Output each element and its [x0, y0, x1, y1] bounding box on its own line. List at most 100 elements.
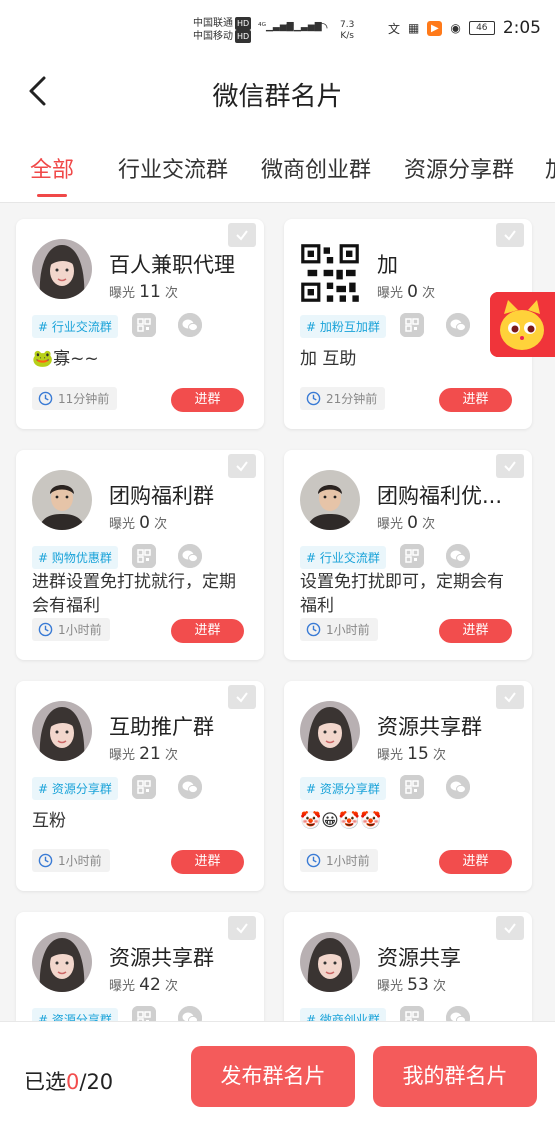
avatar — [32, 470, 92, 530]
tab-industry[interactable]: 行业交流群 — [118, 152, 228, 184]
select-checkbox[interactable] — [496, 223, 524, 247]
join-group-button[interactable]: 进群 — [171, 850, 244, 874]
group-card[interactable]: 资源共享群 曝光 42 次 # 资源分享群 — [16, 912, 264, 1021]
check-icon — [502, 227, 518, 243]
exposure-count: 曝光 53 次 — [377, 975, 446, 995]
post-time: 1小时前 — [32, 849, 110, 872]
wechat-icon[interactable] — [178, 313, 202, 337]
group-card[interactable]: 互助推广群 曝光 21 次 # 资源分享群 互粉 1小时前 进群 — [16, 681, 264, 891]
avatar — [32, 932, 92, 992]
clock-icon — [38, 622, 53, 637]
exposure-count: 曝光 42 次 — [109, 975, 178, 995]
wechat-icon[interactable] — [446, 1006, 470, 1021]
qr-code-icon[interactable] — [400, 775, 424, 799]
active-tab-indicator — [37, 194, 67, 197]
check-icon — [234, 689, 250, 705]
join-group-button[interactable]: 进群 — [439, 619, 512, 643]
carrier-1: 中国联通 — [193, 18, 233, 29]
exposure-count: 曝光 0 次 — [377, 513, 436, 533]
group-card[interactable]: 资源共享群 曝光 15 次 # 资源分享群 🤡😀🤡🤡 1小时前 进群 — [284, 681, 532, 891]
group-card[interactable]: 团购福利群 曝光 0 次 # 购物优惠群 进群设置免打扰就行，定期会有福利 1小… — [16, 450, 264, 660]
qr-code-icon[interactable] — [132, 775, 156, 799]
post-time: 11分钟前 — [32, 387, 118, 410]
my-cards-button[interactable]: 我的群名片 — [373, 1046, 537, 1107]
category-tag[interactable]: # 行业交流群 — [300, 546, 386, 569]
qr-code-icon[interactable] — [400, 544, 424, 568]
select-checkbox[interactable] — [496, 685, 524, 709]
net-speed-value: 7.3 — [340, 20, 355, 30]
publish-card-button[interactable]: 发布群名片 — [191, 1046, 355, 1107]
check-icon — [502, 458, 518, 474]
select-checkbox[interactable] — [228, 223, 256, 247]
group-card[interactable]: 团购福利优... 曝光 0 次 # 行业交流群 设置免打扰即可，定期会有福利 1… — [284, 450, 532, 660]
qr-code-icon[interactable] — [400, 313, 424, 337]
select-checkbox[interactable] — [496, 454, 524, 478]
carrier-2: 中国移动 — [193, 31, 233, 42]
wechat-icon[interactable] — [178, 775, 202, 799]
check-icon — [502, 920, 518, 936]
select-checkbox[interactable] — [228, 454, 256, 478]
qr-code-icon[interactable] — [132, 1006, 156, 1021]
check-icon — [234, 920, 250, 936]
category-tag[interactable]: # 加粉互加群 — [300, 315, 386, 338]
tab-more[interactable]: 加 — [545, 152, 555, 184]
category-tag[interactable]: # 购物优惠群 — [32, 546, 118, 569]
post-time: 1小时前 — [300, 849, 378, 872]
category-tag[interactable]: # 资源分享群 — [32, 1008, 118, 1021]
check-icon — [502, 689, 518, 705]
select-checkbox[interactable] — [228, 916, 256, 940]
group-description: 进群设置免打扰就行，定期会有福利 — [32, 572, 236, 616]
page-title: 微信群名片 — [212, 82, 343, 112]
qr-code-icon[interactable] — [400, 1006, 424, 1021]
carrier-info: 中国联通 HD 中国移动 HD — [193, 17, 252, 43]
group-description: 设置免打扰即可，定期会有福利 — [300, 572, 504, 616]
selected-counter: 已选0/20 — [24, 1070, 114, 1094]
floating-cat-mascot-button[interactable] — [490, 292, 555, 357]
exposure-count: 曝光 0 次 — [377, 282, 436, 302]
tab-resource[interactable]: 资源分享群 — [404, 152, 514, 184]
select-checkbox[interactable] — [228, 685, 256, 709]
join-group-button[interactable]: 进群 — [171, 619, 244, 643]
qr-code-icon[interactable] — [132, 313, 156, 337]
select-checkbox[interactable] — [496, 916, 524, 940]
group-card[interactable]: 资源共享 曝光 53 次 # 微商创业群 — [284, 912, 532, 1021]
app-notification-icon: ▦ — [407, 21, 420, 35]
exposure-count: 曝光 0 次 — [109, 513, 168, 533]
group-description: 互粉 — [32, 811, 66, 831]
avatar — [300, 932, 360, 992]
group-name: 资源共享 — [377, 946, 461, 970]
group-description: 加 互助 — [300, 349, 357, 369]
tab-microbusiness[interactable]: 微商创业群 — [261, 152, 371, 184]
join-group-button[interactable]: 进群 — [439, 850, 512, 874]
group-card[interactable]: 百人兼职代理 曝光 11 次 # 行业交流群 🐸寡~~ 11分钟前 进群 — [16, 219, 264, 429]
clock-icon — [306, 853, 321, 868]
group-name: 资源共享群 — [109, 946, 214, 970]
group-name: 加 — [377, 253, 398, 277]
category-tag[interactable]: # 资源分享群 — [32, 777, 118, 800]
avatar — [300, 701, 360, 761]
category-tag[interactable]: # 微商创业群 — [300, 1008, 386, 1021]
tab-all[interactable]: 全部 — [30, 152, 74, 184]
wifi-icon: ◠ — [316, 20, 329, 36]
wechat-icon[interactable] — [446, 775, 470, 799]
join-group-button[interactable]: 进群 — [439, 388, 512, 412]
wechat-icon[interactable] — [446, 544, 470, 568]
wechat-icon[interactable] — [178, 1006, 202, 1021]
clock-icon — [38, 391, 53, 406]
wechat-icon[interactable] — [178, 544, 202, 568]
clock: 2:05 — [502, 18, 541, 38]
group-card-grid: 百人兼职代理 曝光 11 次 # 行业交流群 🐸寡~~ 11分钟前 进群 加 曝… — [0, 203, 555, 1021]
wechat-icon[interactable] — [446, 313, 470, 337]
avatar — [300, 470, 360, 530]
clock-icon — [306, 622, 321, 637]
group-description: 🤡😀🤡🤡 — [300, 811, 382, 831]
group-name: 互助推广群 — [109, 715, 214, 739]
post-time: 1小时前 — [32, 618, 110, 641]
join-group-button[interactable]: 进群 — [171, 388, 244, 412]
app-notification-icon: ▶ — [427, 20, 443, 36]
qr-code-icon[interactable] — [132, 544, 156, 568]
status-bar: 中国联通 HD 中国移动 HD ⁴ᴳ▁▃▅▇ ⁴ᴳ▁▃▅▇ ◠ 7.3 K/s 文 … — [0, 0, 555, 60]
check-icon — [234, 227, 250, 243]
category-tag[interactable]: # 资源分享群 — [300, 777, 386, 800]
category-tag[interactable]: # 行业交流群 — [32, 315, 118, 338]
